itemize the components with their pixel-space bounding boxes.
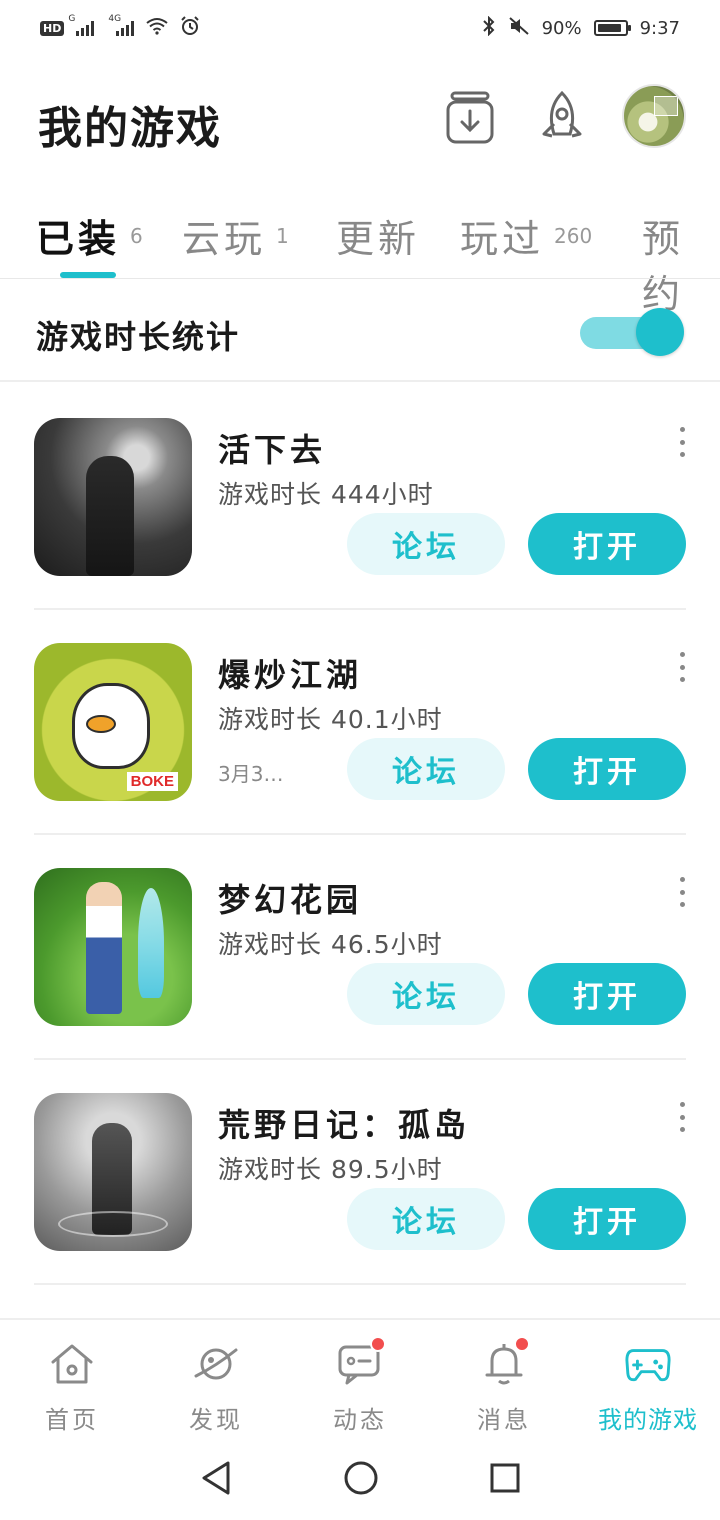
system-nav-bar: [0, 1440, 720, 1520]
download-box-icon[interactable]: [442, 88, 498, 148]
nav-item-feed[interactable]: 动态: [288, 1320, 432, 1440]
game-playtime: 游戏时长 444小时: [218, 480, 434, 509]
back-icon[interactable]: [199, 1460, 233, 1500]
playtime-stats-label: 游戏时长统计: [36, 318, 241, 356]
open-button[interactable]: 打开: [528, 1188, 686, 1250]
game-name: 爆炒江湖: [218, 656, 363, 694]
divider: [0, 278, 720, 279]
home-circle-icon[interactable]: [343, 1460, 379, 1500]
status-bar: HD G 4G 90% 9:37: [0, 0, 720, 56]
signal-icon: G: [68, 14, 95, 36]
game-playtime: 游戏时长 40.1小时: [218, 705, 443, 734]
mute-icon: [508, 16, 530, 41]
tab-cloud-play[interactable]: 云玩 1: [182, 208, 289, 263]
battery-icon: [593, 20, 631, 36]
game-list: 活下去 游戏时长 444小时 论坛 打开 BOKE 爆炒江湖 游戏时长 40.1…: [0, 385, 720, 1285]
game-playtime: 游戏时长 89.5小时: [218, 1155, 443, 1184]
tab-played[interactable]: 玩过 260: [460, 208, 592, 263]
hd-icon: HD: [40, 20, 65, 36]
tab-updates[interactable]: 更新: [336, 208, 420, 263]
game-item[interactable]: 活下去 游戏时长 444小时 论坛 打开: [0, 385, 720, 610]
header: 我的游戏: [0, 70, 720, 170]
game-icon[interactable]: [34, 418, 192, 576]
tab-bar: 已装 6 云玩 1 更新 玩过 260 预约: [0, 200, 720, 316]
game-name: 荒野日记：孤岛: [218, 1106, 471, 1144]
game-item[interactable]: 荒野日记：孤岛 游戏时长 89.5小时 论坛 打开: [0, 1060, 720, 1285]
alarm-icon: [180, 15, 200, 41]
playtime-stats-toggle[interactable]: [580, 308, 684, 356]
more-options-icon[interactable]: [674, 652, 690, 682]
game-playtime: 游戏时长 46.5小时: [218, 930, 443, 959]
playtime-stats-row: 游戏时长统计: [0, 282, 720, 382]
rocket-icon[interactable]: [534, 88, 590, 148]
clock: 9:37: [639, 17, 680, 39]
notification-dot: [370, 1336, 386, 1352]
nav-item-my-games[interactable]: 我的游戏: [576, 1320, 720, 1440]
more-options-icon[interactable]: [674, 427, 690, 457]
more-options-icon[interactable]: [674, 1102, 690, 1132]
wifi-icon: [146, 17, 168, 40]
game-icon[interactable]: BOKE: [34, 643, 192, 801]
recents-icon[interactable]: [489, 1462, 521, 1498]
battery-percent: 90%: [541, 17, 582, 39]
feed-icon: [336, 1336, 386, 1388]
forum-button[interactable]: 论坛: [347, 738, 505, 800]
forum-button[interactable]: 论坛: [347, 1188, 505, 1250]
planet-icon: [192, 1340, 240, 1388]
nav-item-home[interactable]: 首页: [0, 1320, 144, 1440]
game-name: 梦幻花园: [218, 881, 363, 919]
game-item[interactable]: BOKE 爆炒江湖 游戏时长 40.1小时 3月3… 论坛 打开: [0, 610, 720, 835]
game-icon[interactable]: [34, 868, 192, 1026]
game-icon[interactable]: [34, 1093, 192, 1251]
avatar[interactable]: [622, 84, 686, 148]
open-button[interactable]: 打开: [528, 963, 686, 1025]
home-icon: [48, 1340, 96, 1388]
notification-dot: [514, 1336, 530, 1352]
forum-button[interactable]: 论坛: [347, 963, 505, 1025]
game-name: 活下去: [218, 431, 327, 469]
game-item[interactable]: 梦幻花园 游戏时长 46.5小时 论坛 打开: [0, 835, 720, 1060]
bell-icon: [480, 1336, 530, 1388]
bottom-nav: 首页 发现 动态 消息 我的游戏: [0, 1318, 720, 1440]
nav-item-discover[interactable]: 发现: [144, 1320, 288, 1440]
bluetooth-icon: [482, 15, 496, 41]
signal-4g-icon: 4G: [108, 14, 135, 36]
nav-item-messages[interactable]: 消息: [432, 1320, 576, 1440]
gamepad-icon: [624, 1340, 672, 1388]
open-button[interactable]: 打开: [528, 738, 686, 800]
tab-installed[interactable]: 已装 6: [36, 208, 143, 263]
game-extra-info: 3月3…: [218, 762, 284, 786]
page-title: 我的游戏: [38, 103, 222, 154]
open-button[interactable]: 打开: [528, 513, 686, 575]
more-options-icon[interactable]: [674, 877, 690, 907]
forum-button[interactable]: 论坛: [347, 513, 505, 575]
